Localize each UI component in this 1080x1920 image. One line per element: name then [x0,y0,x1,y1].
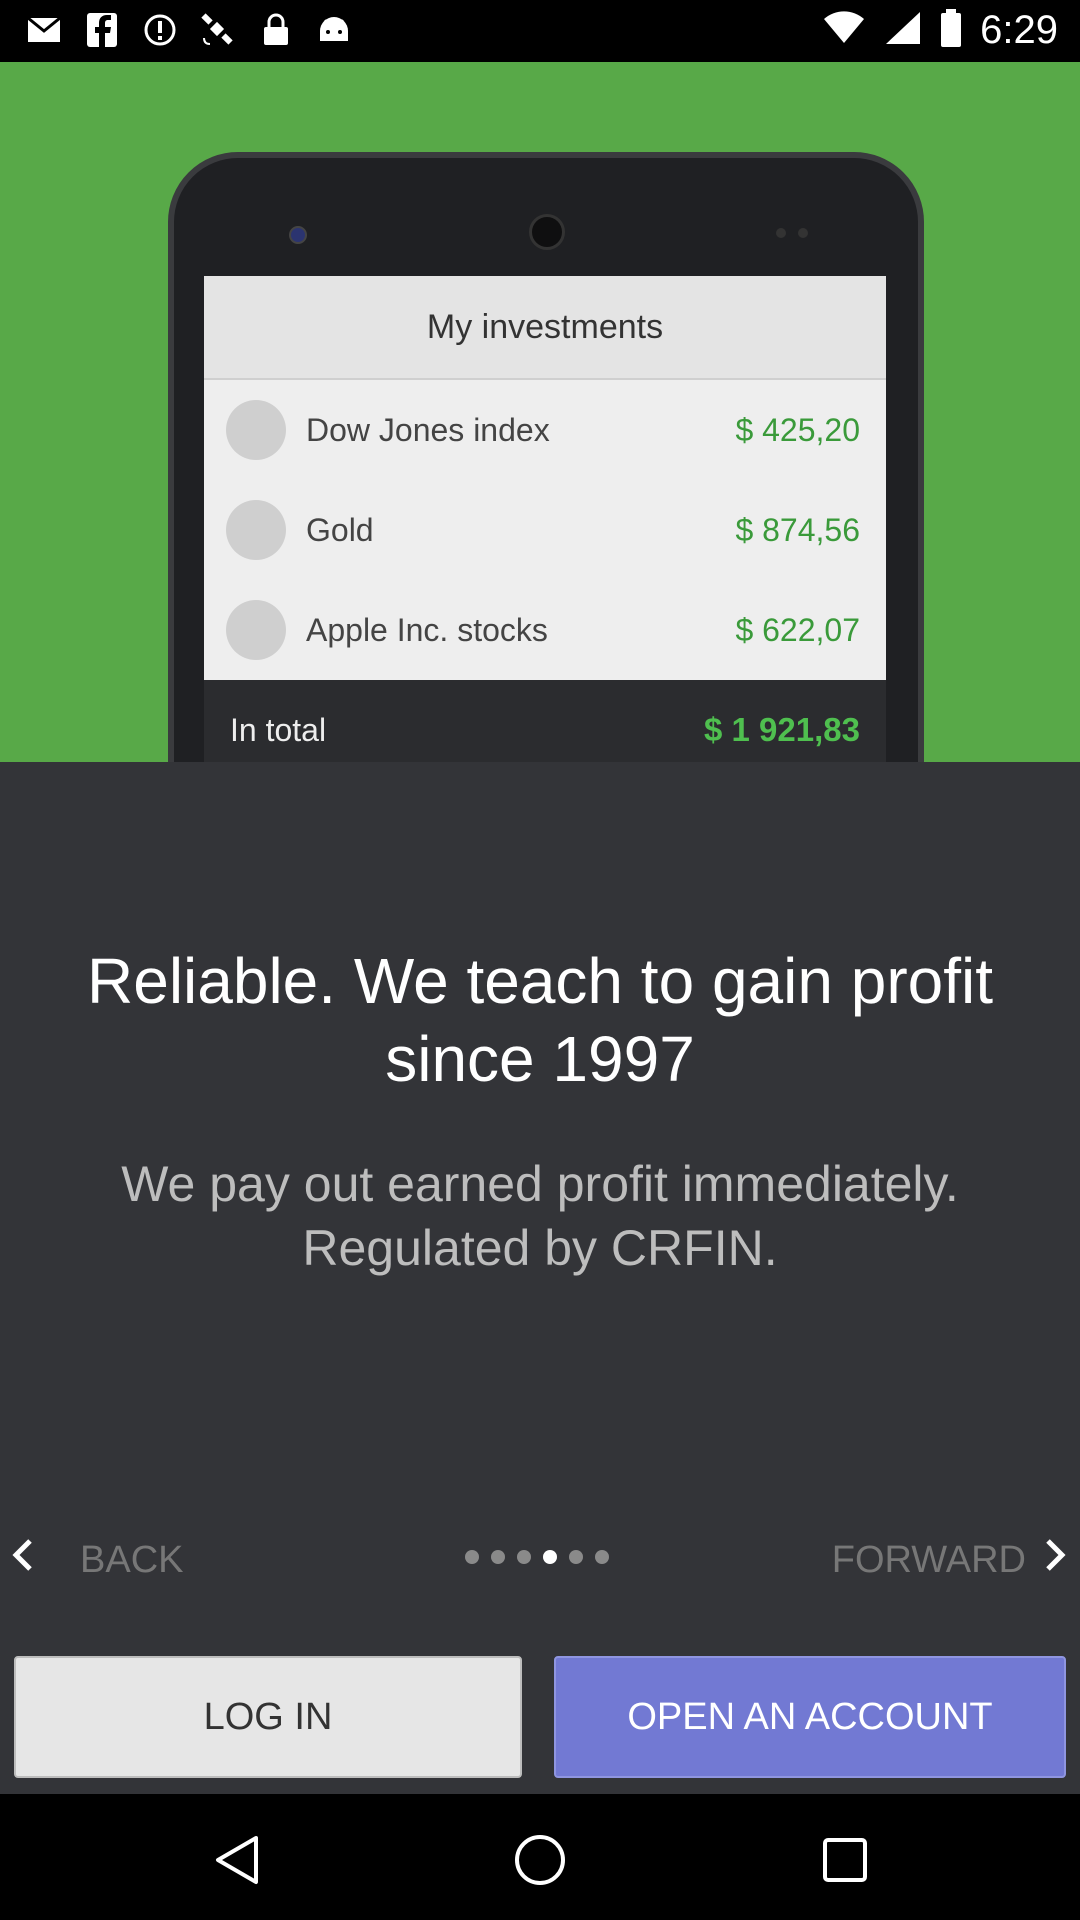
phone-screen-title: My investments [204,276,886,380]
forward-button[interactable]: FORWARD [832,1522,1070,1598]
avatar [226,600,286,660]
chevron-left-icon [8,1537,38,1583]
hero-illustration: My investments Dow Jones index $ 425,20 … [0,62,1080,762]
subline: We pay out earned profit immediately. Re… [121,1156,959,1276]
investment-value: $ 874,56 [735,511,860,548]
system-status: 6:29 [822,8,1058,53]
investment-name: Dow Jones index [306,411,550,448]
notification-icons [26,12,352,48]
satellite-icon [200,12,236,48]
wifi-icon [822,11,866,50]
investment-list: Dow Jones index $ 425,20 Gold $ 874,56 A… [204,380,886,680]
investment-value: $ 622,07 [735,611,860,648]
log-in-button[interactable]: LOG IN [14,1656,522,1778]
home-circle-icon[interactable] [512,1832,568,1893]
open-account-button[interactable]: OPEN AN ACCOUNT [554,1656,1066,1778]
headline: Reliable. We teach to gain profit since … [87,945,993,1095]
pager-dot [491,1550,505,1564]
pager-dot-active [543,1550,557,1564]
facebook-icon [84,12,120,48]
battery-icon [940,9,962,52]
pager-dots [465,1550,609,1564]
pager-dot [595,1550,609,1564]
back-triangle-icon[interactable] [210,1832,266,1893]
system-navigation-bar [0,1794,1080,1920]
speaker-icon [529,214,565,250]
total-label: In total [230,711,327,748]
pager-dot [465,1550,479,1564]
back-button[interactable]: BACK [8,1522,183,1598]
pager-navigation: BACK FORWARD [0,1522,1080,1598]
total-value: $ 1 921,83 [704,711,860,748]
alert-icon [142,12,178,48]
investment-value: $ 425,20 [735,411,860,448]
sensor-dots [776,228,808,238]
pager-dot [517,1550,531,1564]
status-time: 6:29 [980,8,1058,52]
investment-row: Dow Jones index $ 425,20 [204,380,886,480]
phone-mockup: My investments Dow Jones index $ 425,20 … [168,152,924,762]
chevron-right-icon [1040,1537,1070,1583]
status-bar: 6:29 [0,0,1080,62]
android-icon [316,12,352,48]
investment-name: Apple Inc. stocks [306,611,548,648]
phone-screen: My investments Dow Jones index $ 425,20 … [204,276,886,762]
investment-name: Gold [306,511,374,548]
recents-square-icon[interactable] [817,1832,873,1893]
back-label: BACK [80,1538,184,1581]
mail-icon [26,12,62,48]
front-camera-icon [289,226,307,244]
investment-row: Apple Inc. stocks $ 622,07 [204,580,886,680]
total-row: In total $ 1 921,83 [204,680,886,762]
onboarding-content: Reliable. We teach to gain profit since … [0,762,1080,1794]
forward-label: FORWARD [831,1538,1026,1581]
lock-icon [258,12,294,48]
pager-dot [569,1550,583,1564]
signal-icon [884,10,922,51]
avatar [226,500,286,560]
investment-row: Gold $ 874,56 [204,480,886,580]
avatar [226,400,286,460]
